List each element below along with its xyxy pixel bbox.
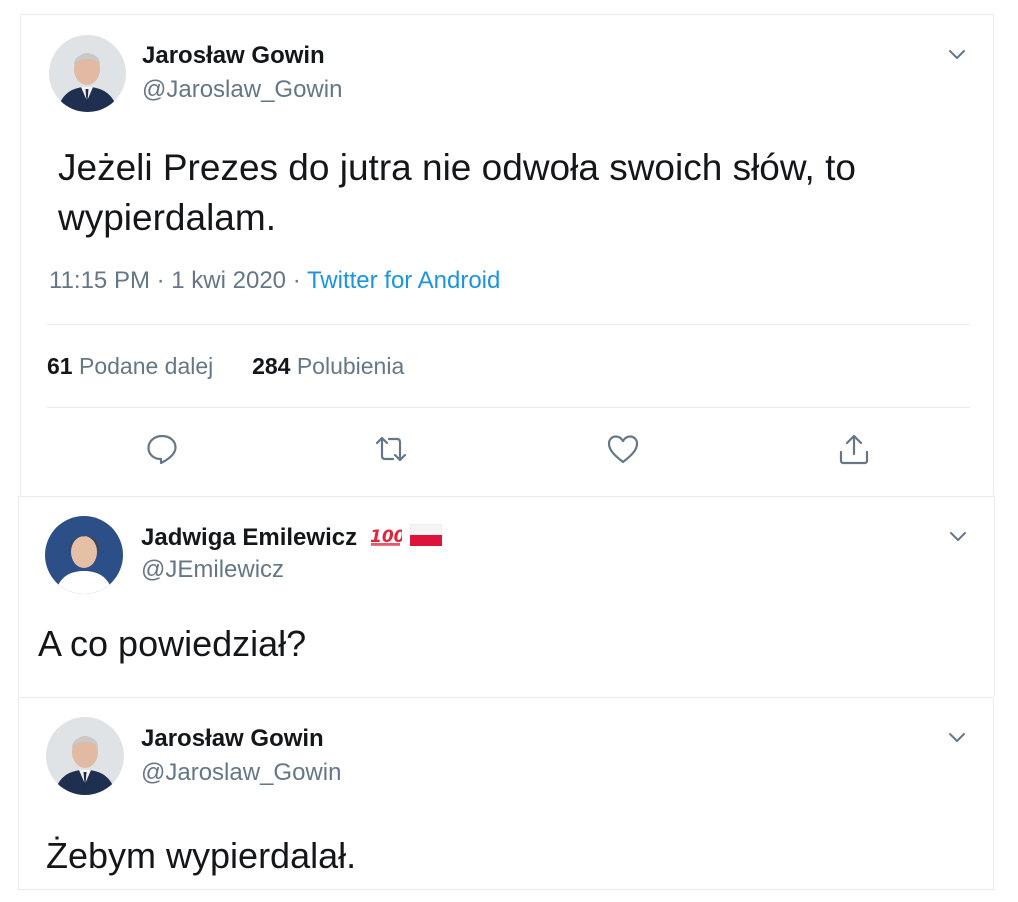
tweet-date[interactable]: 1 kwi 2020	[171, 267, 286, 294]
share-icon[interactable]	[837, 432, 871, 466]
author-handle[interactable]: @JEmilewicz	[141, 556, 284, 584]
author-name[interactable]: Jarosław Gowin	[142, 42, 325, 70]
author-handle[interactable]: @Jaroslaw_Gowin	[142, 76, 342, 104]
author-name[interactable]: Jadwiga Emilewicz 100	[141, 523, 443, 553]
reply-icon[interactable]	[145, 432, 179, 466]
hundred-points-emoji: 100	[370, 524, 406, 553]
retweet-icon[interactable]	[374, 432, 408, 466]
avatar[interactable]	[49, 35, 126, 112]
tweet-reply: Jadwiga Emilewicz 100 @JEmilewicz A co p…	[18, 496, 995, 696]
chevron-down-icon[interactable]	[946, 524, 970, 548]
retweets-stat[interactable]: 61 Podane dalej	[47, 353, 213, 379]
divider	[47, 407, 970, 408]
tweet-text: Jeżeli Prezes do jutra nie odwoła swoich…	[58, 143, 978, 243]
divider	[47, 324, 970, 325]
poland-flag-emoji	[410, 523, 443, 553]
retweets-label: Podane dalej	[78, 353, 214, 379]
likes-label: Polubienia	[296, 353, 405, 379]
author-name-text: Jadwiga Emilewicz	[141, 524, 358, 551]
tweet-reply: Jarosław Gowin @Jaroslaw_Gowin Żebym wyp…	[18, 697, 994, 890]
avatar[interactable]	[45, 516, 123, 594]
tweet-source-link[interactable]: Twitter for Android	[307, 267, 500, 294]
tweet-text: A co powiedział?	[38, 623, 307, 664]
chevron-down-icon[interactable]	[945, 42, 969, 66]
retweets-count: 61	[47, 353, 73, 379]
likes-stat[interactable]: 284 Polubienia	[252, 353, 404, 379]
like-icon[interactable]	[606, 432, 640, 466]
chevron-down-icon[interactable]	[945, 725, 969, 749]
tweet-stats: 61 Podane dalej 284 Polubienia	[47, 353, 404, 380]
meta-separator: ·	[149, 267, 172, 294]
tweet-meta: 11:15 PM · 1 kwi 2020 · Twitter for Andr…	[49, 267, 500, 295]
likes-count: 284	[252, 353, 291, 379]
tweet-text-line: Jeżeli Prezes do jutra nie odwoła swoich…	[58, 147, 856, 188]
tweet-text-line: wypierdalam.	[58, 197, 276, 238]
author-name[interactable]: Jarosław Gowin	[141, 725, 324, 753]
tweet-main: Jarosław Gowin @Jaroslaw_Gowin Jeżeli Pr…	[20, 14, 994, 495]
avatar[interactable]	[46, 717, 124, 795]
divider	[18, 889, 995, 890]
author-handle[interactable]: @Jaroslaw_Gowin	[141, 759, 341, 787]
tweet-time[interactable]: 11:15 PM	[49, 267, 150, 294]
meta-separator: ·	[286, 267, 307, 294]
svg-text:100: 100	[370, 527, 402, 546]
tweet-text: Żebym wypierdalał.	[46, 835, 357, 876]
